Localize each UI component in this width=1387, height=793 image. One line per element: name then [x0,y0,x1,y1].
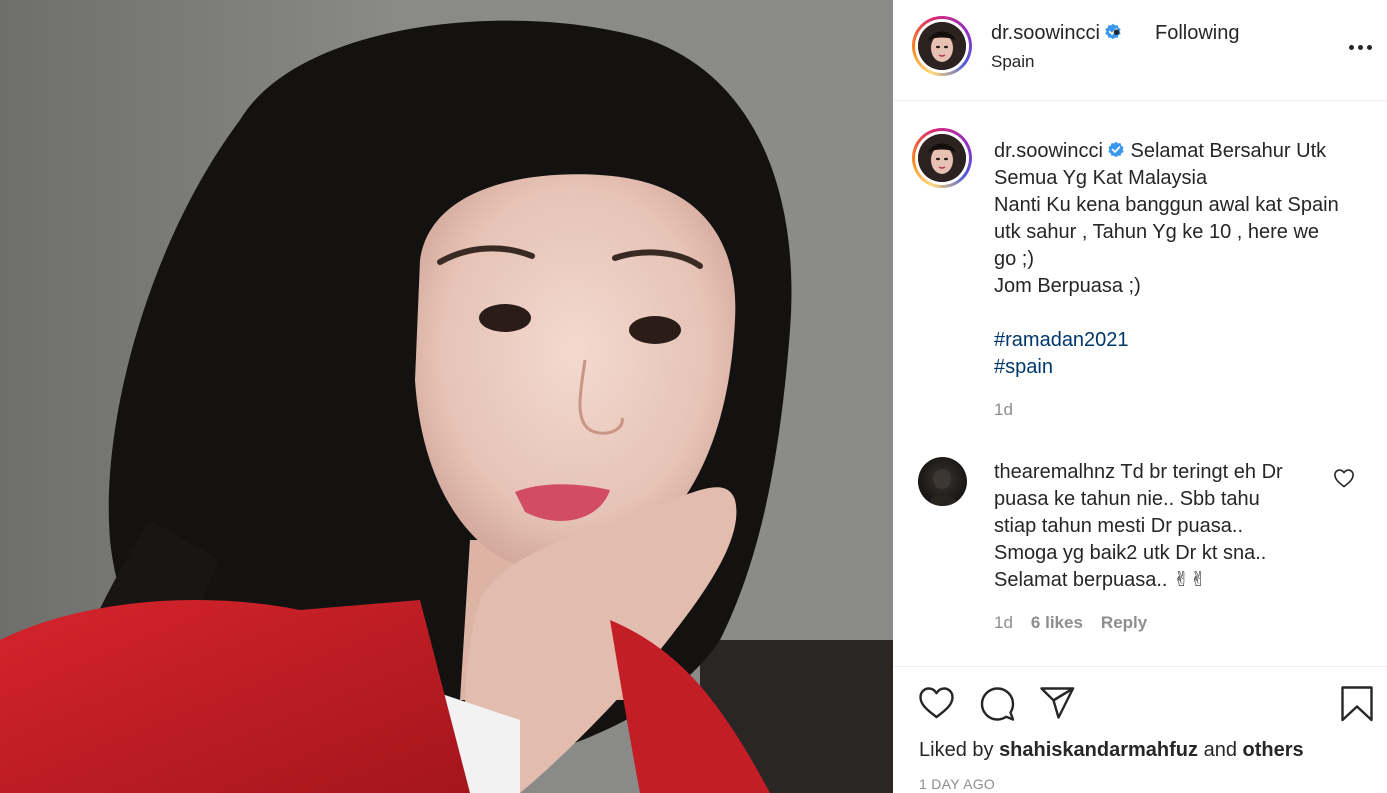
comment-line: puasa ke tahun nie.. Sbb tahu [994,488,1260,510]
hashtag-link[interactable]: #spain [994,354,1354,381]
comment-line: Td br teringt eh Dr [1120,461,1283,483]
heart-icon[interactable] [918,686,955,720]
comment-icon[interactable] [979,686,1016,722]
comment-line: Smoga yg baik2 utk Dr kt sna.. [994,542,1267,564]
hashtag-link[interactable]: #ramadan2021 [994,327,1354,354]
post-location[interactable]: Spain [991,52,1034,72]
comment-heart-icon[interactable] [1333,468,1355,488]
caption-username[interactable]: dr.soowincci [994,140,1103,162]
comment-text: thearemalhnz Td br teringt eh Dr puasa k… [994,459,1324,594]
caption-line: Nanti Ku kena banggun awal kat Spain [994,194,1339,216]
caption-line: Jom Berpuasa ;) [994,275,1141,297]
comment-line: Selamat berpuasa.. ✌✌ [994,569,1207,591]
caption-line: utk sahur , Tahun Yg ke 10 , here we [994,221,1320,243]
post-photo[interactable] [0,0,893,793]
post-sidebar: dr.soowincci • Following Spain dr.soowin… [893,0,1387,793]
caption-timestamp[interactable]: 1d [994,400,1013,420]
comment-line: stiap tahun mesti Dr puasa.. [994,515,1244,537]
post-timestamp[interactable]: 1 DAY AGO [919,776,995,792]
following-button[interactable]: Following [1155,22,1239,45]
comment-meta: 1d 6 likes Reply [994,613,1147,633]
bookmark-icon[interactable] [1340,685,1374,723]
caption-avatar[interactable] [912,128,972,188]
author-avatar[interactable] [912,16,972,76]
liked-by-others[interactable]: others [1243,739,1304,761]
selfie-image [0,20,893,793]
share-icon[interactable] [1039,686,1076,720]
caption-avatar-image [918,134,966,182]
more-options-icon[interactable] [1349,38,1373,56]
caption-line: Selamat Bersahur Utk [1130,140,1327,162]
comment-likes-count[interactable]: 6 likes [1031,613,1083,633]
liked-by-prefix: Liked by [919,739,994,761]
caption-first-line: dr.soowincci Selamat Bersahur Utk [994,138,1354,165]
separator-dot: • [1113,22,1121,44]
liked-by-summary: Liked by shahiskandarmahfuz and others [919,739,1304,762]
author-username[interactable]: dr.soowincci [991,22,1122,45]
caption-line: go ;) [994,248,1035,270]
comment-timestamp[interactable]: 1d [994,613,1013,633]
post-caption: dr.soowincci Selamat Bersahur Utk Semua … [994,138,1354,381]
commenter-avatar[interactable] [918,457,967,506]
post-actions: Liked by shahiskandarmahfuz and others 1… [893,666,1387,793]
comment-first-line: thearemalhnz Td br teringt eh Dr [994,459,1324,486]
commenter-username[interactable]: thearemalhnz [994,461,1115,483]
author-username-text[interactable]: dr.soowincci [991,22,1100,44]
caption-line: Semua Yg Kat Malaysia [994,167,1208,189]
verified-badge-icon [1108,141,1124,158]
reply-button[interactable]: Reply [1101,613,1147,633]
post-header: dr.soowincci • Following Spain [893,0,1387,101]
author-avatar-image [918,22,966,70]
liked-by-user[interactable]: shahiskandarmahfuz [999,739,1198,761]
liked-by-and: and [1203,739,1237,761]
